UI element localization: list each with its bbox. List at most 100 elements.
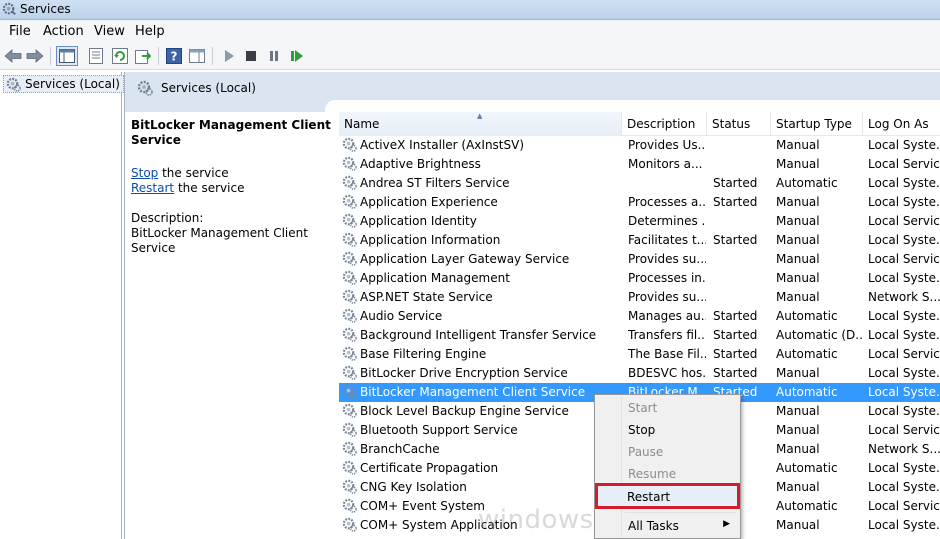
service-gear-icon — [342, 517, 357, 535]
toolbar-separator — [50, 47, 51, 65]
cell-description: BDESVC hos... — [628, 366, 706, 380]
service-gear-icon — [342, 137, 357, 155]
cell-logon: Local Syste... — [868, 195, 940, 209]
help-icon[interactable]: ? — [164, 46, 184, 66]
service-gear-icon — [342, 441, 357, 459]
cell-logon: Local Syste... — [868, 233, 940, 247]
title-bar: Services — [0, 0, 940, 20]
service-gear-icon — [342, 232, 357, 250]
cell-logon: Local Syste... — [868, 328, 940, 342]
column-header-log-on-as[interactable]: Log On As — [863, 112, 940, 136]
cell-startup: Manual — [776, 366, 820, 380]
cell-logon: Local Service — [868, 347, 940, 361]
tree-node-services-local[interactable]: Services (Local) — [3, 75, 124, 93]
cell-startup: Manual — [776, 233, 820, 247]
column-header-status[interactable]: Status — [707, 112, 771, 136]
refresh-icon[interactable] — [110, 46, 130, 66]
cell-status: Started — [713, 233, 758, 247]
service-gear-icon — [342, 422, 357, 440]
cell-startup: Automatic — [776, 499, 838, 513]
cell-startup: Manual — [776, 214, 820, 228]
export-list-icon[interactable] — [133, 46, 153, 66]
start-service-icon[interactable] — [219, 46, 239, 66]
service-row[interactable]: Andrea ST Filters Service Started Automati… — [339, 174, 940, 193]
cell-logon: Network S... — [868, 442, 940, 456]
menu-item-stop[interactable]: Stop — [597, 420, 738, 440]
service-row[interactable]: Background Intelligent Transfer Service T… — [339, 326, 940, 345]
stop-action-line: Stop the service — [131, 166, 335, 181]
cell-description: Processes a... — [628, 195, 706, 209]
menu-item-pause[interactable]: Pause — [597, 442, 738, 462]
toolbar-separator — [158, 47, 159, 65]
service-row[interactable]: Application Management Processes in... Man… — [339, 269, 940, 288]
service-row[interactable]: Audio Service Manages au... Started Automat… — [339, 307, 940, 326]
cell-startup: Manual — [776, 290, 820, 304]
cell-logon: Local Service — [868, 157, 940, 171]
cell-description: Manages au... — [628, 309, 706, 323]
service-gear-icon — [342, 289, 357, 307]
cell-logon: Local Service — [868, 499, 940, 513]
cell-startup: Automatic — [776, 309, 838, 323]
description-text: BitLocker Management Client Service — [131, 226, 308, 255]
menu-help[interactable]: Help — [135, 24, 165, 39]
column-header-startup-type[interactable]: Startup Type — [771, 112, 863, 136]
cell-startup: Manual — [776, 195, 820, 209]
cell-description: The Base Fil... — [628, 347, 706, 361]
description-label: Description: — [131, 211, 204, 225]
services-gear-icon — [6, 77, 21, 95]
column-header-name[interactable]: ▲ Name — [339, 112, 622, 136]
properties-icon[interactable] — [86, 46, 106, 66]
cell-name: Andrea ST Filters Service — [360, 176, 510, 190]
stop-service-icon[interactable] — [241, 46, 261, 66]
service-gear-icon — [342, 498, 357, 516]
service-row[interactable]: Application Identity Determines ... Manual… — [339, 212, 940, 231]
cell-description: Transfers fil... — [628, 328, 706, 342]
restart-service-icon[interactable] — [287, 46, 307, 66]
service-row[interactable]: Application Information Facilitates t... S… — [339, 231, 940, 250]
cell-status: Started — [713, 195, 758, 209]
service-gear-icon — [342, 251, 357, 269]
cell-startup: Automatic (D... — [776, 328, 864, 342]
cell-description: Facilitates t... — [628, 233, 706, 247]
cell-logon: Local Syste... — [868, 404, 940, 418]
cell-logon: Local Syste... — [868, 518, 940, 532]
menu-item-restart[interactable]: Restart — [595, 483, 740, 509]
cell-name: Application Experience — [360, 195, 498, 209]
svg-text:?: ? — [171, 50, 178, 64]
forward-arrow-icon[interactable] — [25, 46, 45, 66]
cell-name: Certificate Propagation — [360, 461, 499, 475]
service-row[interactable]: Application Experience Processes a... Star… — [339, 193, 940, 212]
service-gear-icon — [342, 270, 357, 288]
service-row[interactable]: Application Layer Gateway Service Provide… — [339, 250, 940, 269]
menu-item-resume[interactable]: Resume — [597, 464, 738, 484]
column-header-row: ▲ Name Description Status Startup Type L… — [339, 112, 940, 136]
menu-view[interactable]: View — [94, 24, 125, 39]
column-header-description[interactable]: Description — [622, 112, 707, 136]
service-row[interactable]: Base Filtering Engine The Base Fil... Star… — [339, 345, 940, 364]
service-gear-icon — [342, 479, 357, 497]
back-arrow-icon[interactable] — [3, 46, 23, 66]
menu-item-all-tasks[interactable]: All Tasks ▶ — [597, 516, 738, 536]
cell-description: Provides su... — [628, 290, 706, 304]
cell-name: Audio Service — [360, 309, 443, 323]
service-row[interactable]: ActiveX Installer (AxInstSV) Provides Us.… — [339, 136, 940, 155]
cell-name: Block Level Backup Engine Service — [360, 404, 569, 418]
show-action-pane-icon[interactable] — [187, 46, 207, 66]
service-detail-panel: BitLocker Management Client Service Stop… — [131, 118, 335, 256]
cell-status: Started — [713, 309, 758, 323]
menu-action[interactable]: Action — [43, 24, 84, 39]
restart-service-link[interactable]: Restart — [131, 181, 174, 195]
cell-startup: Manual — [776, 442, 820, 456]
cell-description: Monitors a... — [628, 157, 703, 171]
menu-item-start[interactable]: Start — [597, 398, 738, 418]
service-row[interactable]: Adaptive Brightness Monitors a... Manual Lo… — [339, 155, 940, 174]
service-row[interactable]: ASP.NET State Service Provides su... Manua… — [339, 288, 940, 307]
pause-service-icon[interactable] — [264, 46, 284, 66]
show-hide-console-tree-icon[interactable] — [56, 46, 78, 66]
stop-service-link[interactable]: Stop — [131, 166, 158, 180]
menu-file[interactable]: File — [9, 24, 31, 39]
service-row[interactable]: BitLocker Drive Encryption Service BDESVC… — [339, 364, 940, 383]
menu-item-all-tasks-label: All Tasks — [628, 519, 679, 533]
cell-status: Started — [713, 328, 758, 342]
cell-startup: Automatic — [776, 385, 838, 399]
